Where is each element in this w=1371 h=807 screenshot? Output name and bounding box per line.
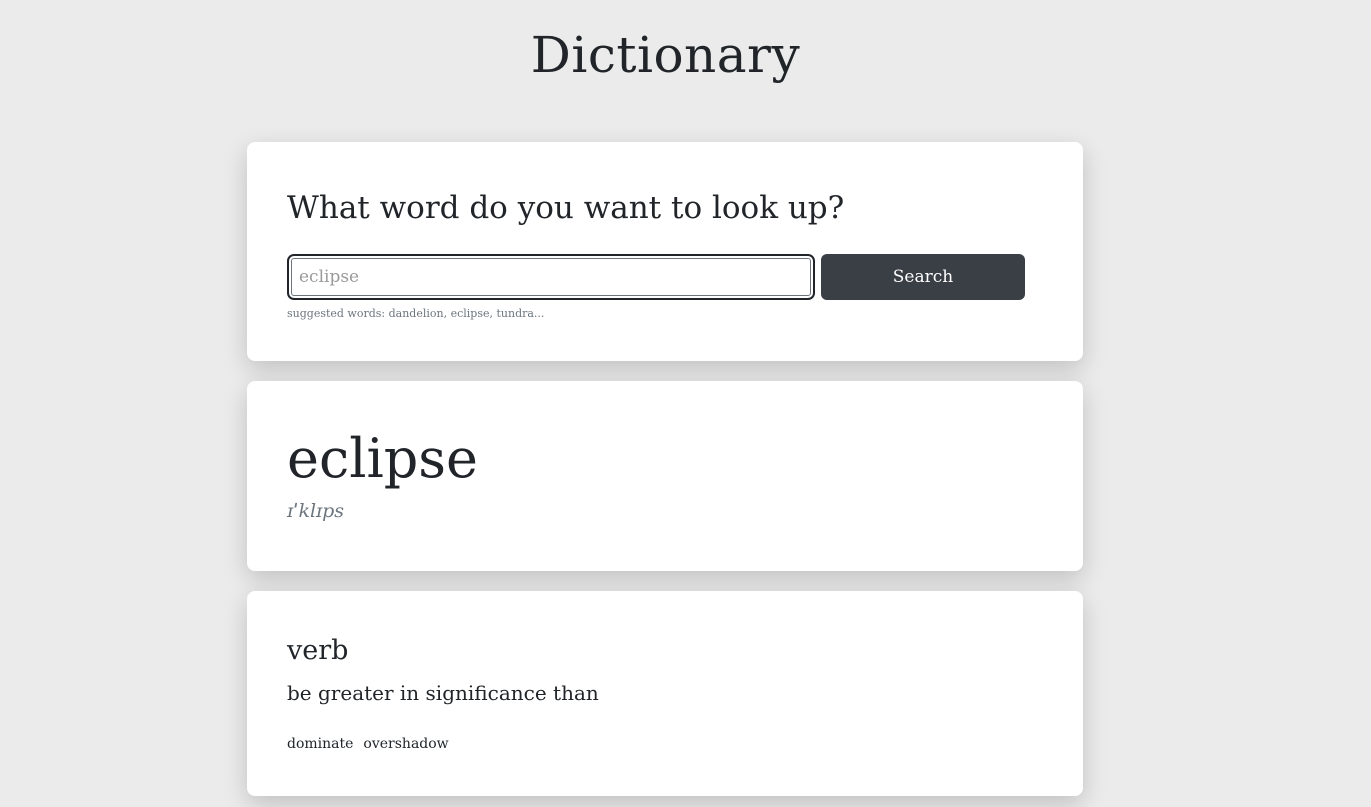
app-title: Dictionary [530,26,801,84]
phonetic-text: ɪˈklɪps [287,500,345,522]
search-form: Search [287,254,1027,300]
synonym-link[interactable]: overshadow [363,736,448,752]
dictionary-app: Dictionary What word do you want to look… [0,0,1371,807]
synonym-link[interactable]: dominate [287,736,353,752]
search-heading: What word do you want to look up? [287,190,845,226]
suggested-words-hint: suggested words: dandelion, eclipse, tun… [287,307,545,320]
part-of-speech: verb [287,635,349,666]
search-input[interactable] [287,254,815,300]
definition: be greater in significance than [287,681,599,705]
search-card: What word do you want to look up? Search… [247,142,1083,361]
synonyms-list: dominate overshadow [287,736,449,752]
search-button[interactable]: Search [821,254,1025,300]
meaning-card: verb be greater in significance than dom… [247,591,1083,796]
word-title: eclipse [287,427,478,490]
word-card: eclipse ɪˈklɪps [247,381,1083,571]
